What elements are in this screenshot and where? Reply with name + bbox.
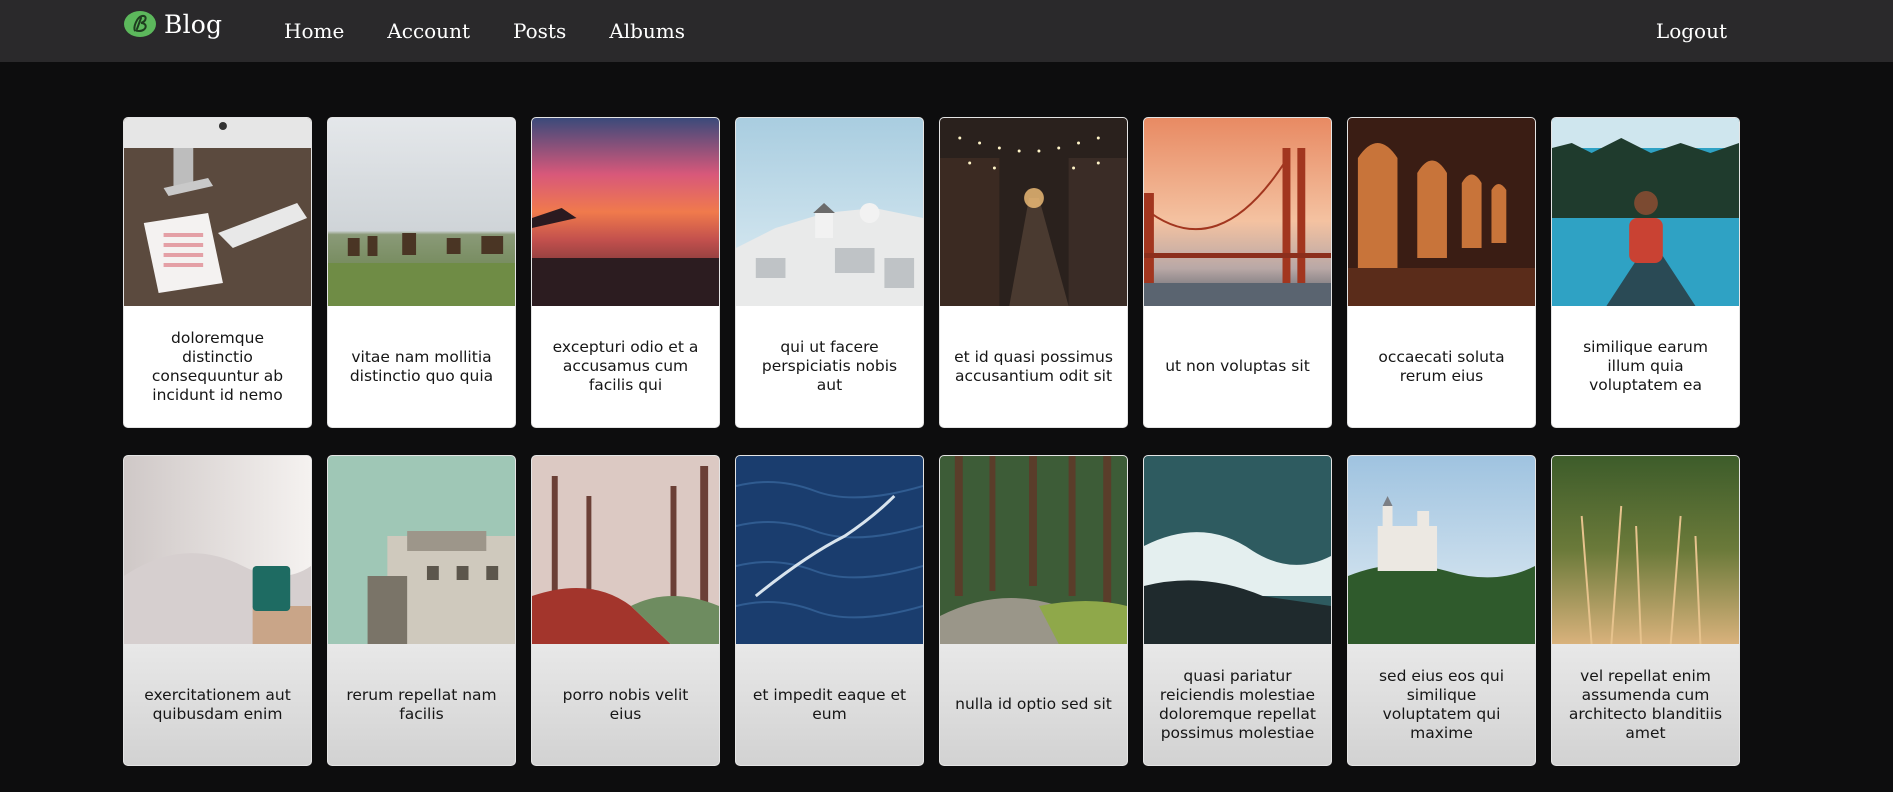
logout-link[interactable]: Logout (1656, 0, 1727, 62)
photo-title: qui ut facere perspiciatis nobis aut (761, 338, 898, 394)
top-navbar: Blog Home Account Posts Albums Logout (0, 0, 1893, 62)
nav-posts[interactable]: Posts (513, 19, 566, 43)
main-nav: Home Account Posts Albums (284, 0, 728, 62)
photo-title: similique earum illum quia voluptatem ea (1583, 338, 1708, 394)
photo-card[interactable]: occaecati soluta rerum eius (1347, 117, 1536, 428)
card-body: doloremque distinctio consequuntur ab in… (124, 306, 311, 427)
card-body: vel repellat enim assumenda cum architec… (1552, 644, 1739, 765)
card-body: et impedit eaque et eum (736, 644, 923, 765)
card-body: nulla id optio sed sit (940, 644, 1127, 765)
photo-card[interactable]: sed eius eos qui similique voluptatem qu… (1347, 455, 1536, 766)
card-body: vitae nam mollitia distinctio quo quia (328, 306, 515, 427)
card-body: exercitationem aut quibusdam enim (124, 644, 311, 765)
nav-home[interactable]: Home (284, 19, 344, 43)
photo-card[interactable]: nulla id optio sed sit (939, 455, 1128, 766)
photo-title: sed eius eos qui similique voluptatem qu… (1378, 666, 1505, 742)
card-body: rerum repellat nam facilis (328, 644, 515, 765)
card-body: sed eius eos qui similique voluptatem qu… (1348, 644, 1535, 765)
photo-card[interactable]: exercitationem aut quibusdam enim (123, 455, 312, 766)
forest-road-photo (940, 456, 1127, 644)
photo-title: vitae nam mollitia distinctio quo quia (349, 347, 494, 385)
photo-grid: doloremque distinctio consequuntur ab in… (123, 117, 1740, 766)
card-body: similique earum illum quia voluptatem ea (1552, 306, 1739, 427)
photo-title: exercitationem aut quibusdam enim (144, 685, 291, 723)
photo-card[interactable]: quasi pariatur reiciendis molestiae dolo… (1143, 455, 1332, 766)
arched-cloister-photo (1348, 118, 1535, 306)
photo-card[interactable]: porro nobis velit eius (531, 455, 720, 766)
card-body: quasi pariatur reiciendis molestiae dolo… (1144, 644, 1331, 765)
photo-title: doloremque distinctio consequuntur ab in… (151, 328, 284, 404)
card-body: et id quasi possimus accusantium odit si… (940, 306, 1127, 427)
photo-title: et impedit eaque et eum (752, 685, 907, 723)
desk-computer-calendar-photo (124, 118, 311, 306)
photo-title: quasi pariatur reiciendis molestiae dolo… (1158, 666, 1317, 742)
card-body: ut non voluptas sit (1144, 306, 1331, 427)
photo-title: vel repellat enim assumenda cum architec… (1568, 666, 1723, 742)
photo-title: et id quasi possimus accusantium odit si… (954, 347, 1113, 385)
photo-card[interactable]: et id quasi possimus accusantium odit si… (939, 117, 1128, 428)
photo-card[interactable]: vel repellat enim assumenda cum architec… (1551, 455, 1740, 766)
old-bunker-building-photo (328, 456, 515, 644)
blog-logo-icon (124, 11, 156, 37)
card-body: excepturi odio et a accusamus cum facili… (532, 306, 719, 427)
brand-link[interactable]: Blog (123, 9, 222, 39)
photo-card[interactable]: et impedit eaque et eum (735, 455, 924, 766)
photo-card[interactable]: vitae nam mollitia distinctio quo quia (327, 117, 516, 428)
brand-name: Blog (164, 9, 223, 39)
nav-albums[interactable]: Albums (609, 19, 685, 43)
photo-title: excepturi odio et a accusamus cum facili… (552, 338, 699, 394)
castle-on-hill-photo (1348, 456, 1535, 644)
nav-account[interactable]: Account (387, 19, 470, 43)
santorini-windmill-photo (736, 118, 923, 306)
bed-with-mug-photo (124, 456, 311, 644)
blue-ocean-water-photo (736, 456, 923, 644)
photo-title: rerum repellat nam facilis (346, 685, 497, 723)
photo-card[interactable]: similique earum illum quia voluptatem ea (1551, 117, 1740, 428)
photo-title: ut non voluptas sit (1165, 357, 1310, 375)
photo-card[interactable]: qui ut facere perspiciatis nobis aut (735, 117, 924, 428)
golden-gate-bridge-photo (1144, 118, 1331, 306)
dry-grass-photo (1552, 456, 1739, 644)
rocky-sea-waves-photo (1144, 456, 1331, 644)
photo-card[interactable]: rerum repellat nam facilis (327, 455, 516, 766)
photo-title: porro nobis velit eius (562, 685, 689, 723)
horses-in-field-photo (328, 118, 515, 306)
photo-card[interactable]: excepturi odio et a accusamus cum facili… (531, 117, 720, 428)
card-body: occaecati soluta rerum eius (1348, 306, 1535, 427)
photo-card[interactable]: doloremque distinctio consequuntur ab in… (123, 117, 312, 428)
night-street-lights-photo (940, 118, 1127, 306)
misty-forest-path-photo (532, 456, 719, 644)
card-body: porro nobis velit eius (532, 644, 719, 765)
photo-title: occaecati soluta rerum eius (1378, 347, 1505, 385)
woman-in-canoe-photo (1552, 118, 1739, 306)
sunset-beach-photo (532, 118, 719, 306)
card-body: qui ut facere perspiciatis nobis aut (736, 306, 923, 427)
photo-title: nulla id optio sed sit (955, 695, 1112, 713)
photo-card[interactable]: ut non voluptas sit (1143, 117, 1332, 428)
